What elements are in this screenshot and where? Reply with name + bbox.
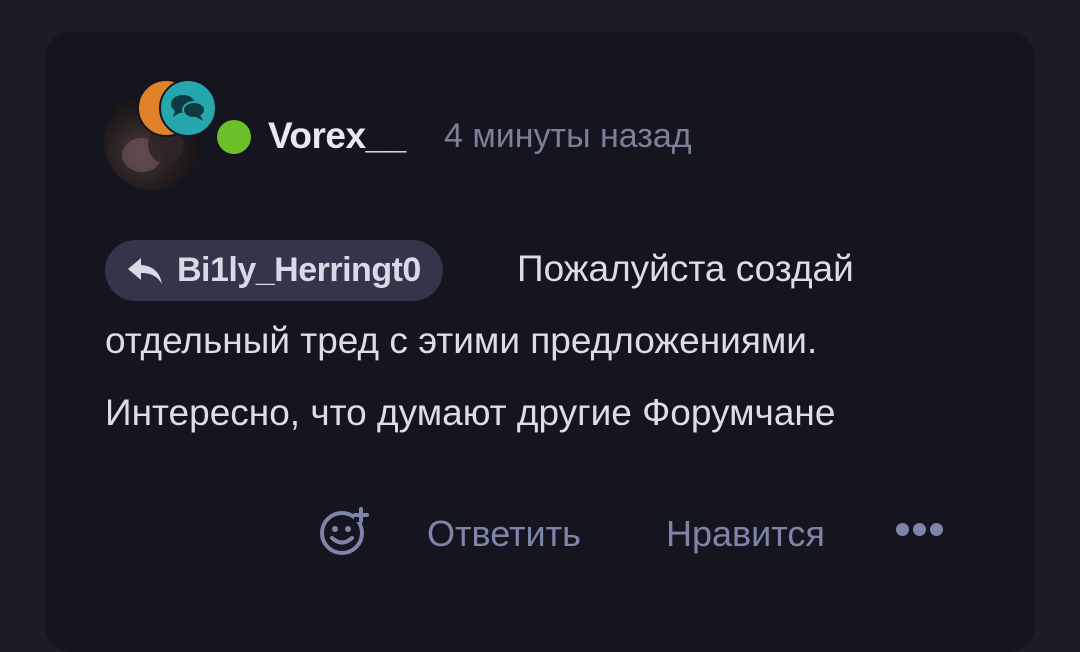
post-body-line: Интересно, что думают другие Форумчане bbox=[105, 392, 836, 433]
post-body-line: Пожалуйста создай bbox=[517, 248, 854, 289]
more-dots-icon bbox=[896, 523, 909, 536]
more-dots-icon bbox=[913, 523, 926, 536]
post-timestamp[interactable]: 4 минуты назад bbox=[444, 117, 692, 156]
author-username[interactable]: Vorex__ bbox=[268, 115, 406, 157]
add-reaction-button[interactable] bbox=[318, 505, 370, 557]
post-body-line: отдельный тред с этими предложениями. bbox=[105, 320, 818, 361]
reply-button[interactable]: Ответить bbox=[427, 513, 581, 555]
online-status-icon bbox=[217, 120, 251, 154]
more-options-button[interactable] bbox=[896, 523, 943, 536]
smiley-plus-icon bbox=[320, 507, 369, 555]
like-button[interactable]: Нравится bbox=[666, 513, 825, 555]
reply-to-username: Bi1ly_Herringt0 bbox=[177, 251, 421, 289]
reply-to-chip[interactable]: Bi1ly_Herringt0 bbox=[105, 240, 443, 301]
reply-arrow-icon bbox=[128, 257, 162, 284]
chat-bubbles-icon bbox=[159, 79, 217, 137]
more-dots-icon bbox=[930, 523, 943, 536]
